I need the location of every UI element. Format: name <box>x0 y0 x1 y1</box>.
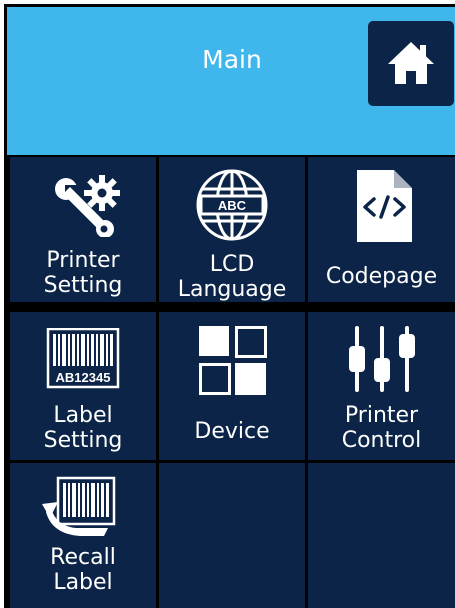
lcd-language-tile[interactable]: ABC LCD Language <box>159 157 305 302</box>
label-line: LCD <box>209 252 255 277</box>
barcode-icon: AB12345 <box>46 328 120 389</box>
codepage-label: Codepage <box>308 264 455 289</box>
empty-tile <box>308 463 455 608</box>
label-line: Recall <box>50 545 116 570</box>
svg-text:ABC: ABC <box>218 198 247 213</box>
code-file-icon <box>357 170 412 242</box>
empty-tile <box>159 463 305 608</box>
printer-setting-label: Printer Setting <box>10 248 156 298</box>
label-line: Label <box>53 403 113 428</box>
label-line: Language <box>177 277 287 302</box>
globe-abc-icon: ABC <box>196 169 268 241</box>
printer-control-tile[interactable]: Printer Control <box>308 312 455 460</box>
lcd-language-label: LCD Language <box>159 252 305 302</box>
recall-label-tile[interactable]: Recall Label <box>10 463 156 608</box>
label-line: Printer <box>46 248 120 273</box>
label-line: Label <box>53 570 113 595</box>
sliders-icon <box>349 326 415 392</box>
label-setting-tile[interactable]: AB12345 Label Setting <box>10 312 156 460</box>
codepage-tile[interactable]: Codepage <box>308 157 455 302</box>
grid-squares-icon <box>199 326 267 395</box>
home-button[interactable] <box>368 21 454 106</box>
label-line: Setting <box>43 428 123 453</box>
barcode-text: AB12345 <box>56 370 111 385</box>
device-label: Device <box>159 419 305 444</box>
label-line: Device <box>194 419 270 444</box>
label-setting-label: Label Setting <box>10 403 156 453</box>
lcd-screen: Main Printer Setting ABC LCD Language Co… <box>4 4 455 608</box>
label-line: Control <box>341 428 422 453</box>
device-tile[interactable]: Device <box>159 312 305 460</box>
recall-label-label: Recall Label <box>10 545 156 595</box>
header-bar: Main <box>7 7 455 155</box>
printer-control-label: Printer Control <box>308 403 455 453</box>
printer-setting-tile[interactable]: Printer Setting <box>10 157 156 302</box>
label-line: Setting <box>43 273 123 298</box>
label-line: Codepage <box>325 264 438 289</box>
home-icon <box>388 42 434 84</box>
wrench-gear-icon <box>55 175 120 237</box>
recall-barcode-icon <box>42 476 116 536</box>
label-line: Printer <box>344 403 419 428</box>
